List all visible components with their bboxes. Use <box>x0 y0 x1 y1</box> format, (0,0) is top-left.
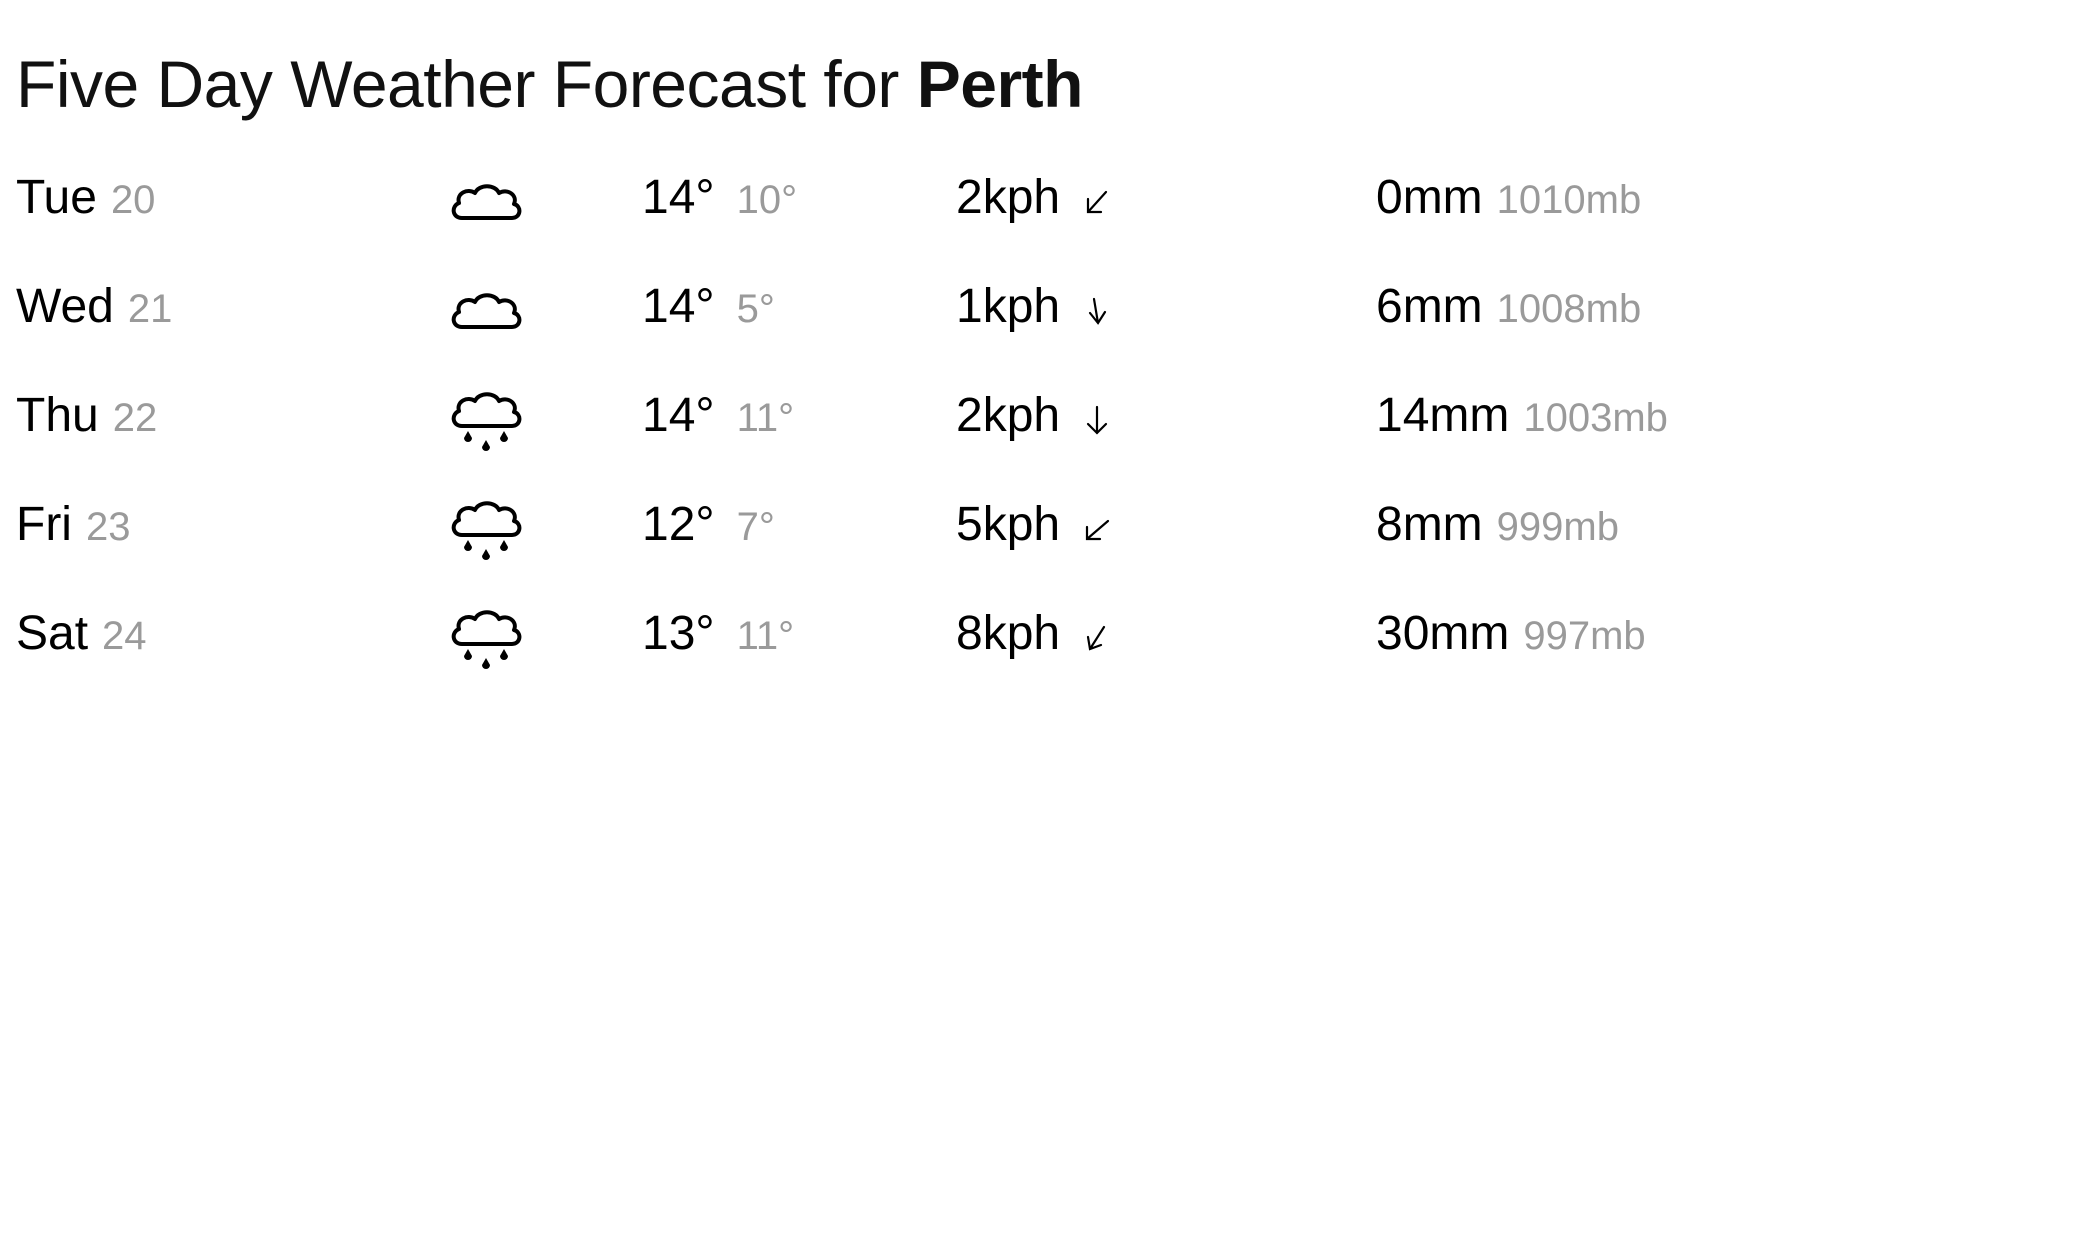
forecast-row: Thu 22 14° 11° 2kph 14mm 1003mb <box>0 378 2100 487</box>
pressure: 1010mb <box>1496 178 1642 222</box>
rain-cell: 6mm 1008mb <box>1376 269 1641 345</box>
rain-cell: 14mm 1003mb <box>1376 378 1668 454</box>
wind-speed: 1kph <box>956 280 1061 333</box>
rain-cloud-icon <box>448 374 524 458</box>
arrow-down-icon <box>1080 400 1114 440</box>
date-label: 23 <box>85 505 131 549</box>
forecast-list: Tue 20 14° 10° 2kph 0mm 1010mb Wed 21 14… <box>0 160 2100 705</box>
weekday-label: Wed <box>16 280 114 333</box>
wind-cell: 2kph <box>956 378 1114 454</box>
rainfall: 30mm <box>1376 607 1510 660</box>
rainfall: 14mm <box>1376 389 1510 442</box>
low-temperature: 11° <box>736 614 795 658</box>
temperature-cell: 13° 11° <box>642 596 794 672</box>
arrow-down-left-icon <box>1080 509 1114 549</box>
day-cell: Wed 21 <box>16 269 172 345</box>
rain-cell: 8mm 999mb <box>1376 487 1619 563</box>
temperature-cell: 14° 5° <box>642 269 775 345</box>
rain-cloud-icon <box>448 592 524 676</box>
date-label: 24 <box>102 614 147 658</box>
low-temperature: 5° <box>736 287 775 331</box>
low-temperature: 10° <box>736 178 798 222</box>
weekday-label: Sat <box>16 607 89 660</box>
page-title: Five Day Weather Forecast for Perth <box>16 42 1083 126</box>
date-label: 21 <box>127 287 173 331</box>
wind-cell: 8kph <box>956 596 1114 672</box>
wind-speed: 5kph <box>956 498 1061 551</box>
temperature-cell: 14° 10° <box>642 160 797 236</box>
day-cell: Sat 24 <box>16 596 147 672</box>
cloud-icon <box>448 265 524 349</box>
high-temperature: 14° <box>642 389 715 442</box>
arrow-down-icon <box>1080 291 1114 331</box>
rain-cloud-icon <box>448 483 524 567</box>
high-temperature: 14° <box>642 171 715 224</box>
wind-speed: 8kph <box>956 607 1061 660</box>
weekday-label: Tue <box>16 171 97 224</box>
rain-cell: 30mm 997mb <box>1376 596 1646 672</box>
forecast-row: Fri 23 12° 7° 5kph 8mm 999mb <box>0 487 2100 596</box>
forecast-row: Tue 20 14° 10° 2kph 0mm 1010mb <box>0 160 2100 269</box>
pressure: 1008mb <box>1496 287 1642 331</box>
wind-cell: 5kph <box>956 487 1114 563</box>
low-temperature: 7° <box>736 505 775 549</box>
day-cell: Tue 20 <box>16 160 155 236</box>
city-name: Perth <box>916 47 1084 121</box>
wind-cell: 1kph <box>956 269 1114 345</box>
high-temperature: 13° <box>642 607 715 660</box>
pressure: 1003mb <box>1523 396 1668 440</box>
temperature-cell: 12° 7° <box>642 487 775 563</box>
day-cell: Fri 23 <box>16 487 130 563</box>
wind-cell: 2kph <box>956 160 1114 236</box>
day-cell: Thu 22 <box>16 378 157 454</box>
weekday-label: Thu <box>16 389 99 442</box>
date-label: 22 <box>112 396 158 440</box>
wind-speed: 2kph <box>956 389 1061 442</box>
weekday-label: Fri <box>16 498 72 551</box>
temperature-cell: 14° 11° <box>642 378 794 454</box>
rainfall: 6mm <box>1376 280 1483 333</box>
date-label: 20 <box>110 178 156 222</box>
low-temperature: 11° <box>736 396 795 440</box>
pressure: 999mb <box>1496 505 1619 549</box>
arrow-down-left-icon <box>1080 618 1114 658</box>
forecast-row: Sat 24 13° 11° 8kph 30mm 997mb <box>0 596 2100 705</box>
forecast-row: Wed 21 14° 5° 1kph 6mm 1008mb <box>0 269 2100 378</box>
wind-speed: 2kph <box>956 171 1061 224</box>
rain-cell: 0mm 1010mb <box>1376 160 1641 236</box>
rainfall: 0mm <box>1376 171 1483 224</box>
high-temperature: 14° <box>642 280 715 333</box>
pressure: 997mb <box>1523 614 1646 658</box>
cloud-icon <box>448 156 524 240</box>
arrow-down-left-icon <box>1080 182 1114 222</box>
high-temperature: 12° <box>642 498 715 551</box>
page-title-prefix: Five Day Weather Forecast for <box>16 47 899 121</box>
rainfall: 8mm <box>1376 498 1483 551</box>
